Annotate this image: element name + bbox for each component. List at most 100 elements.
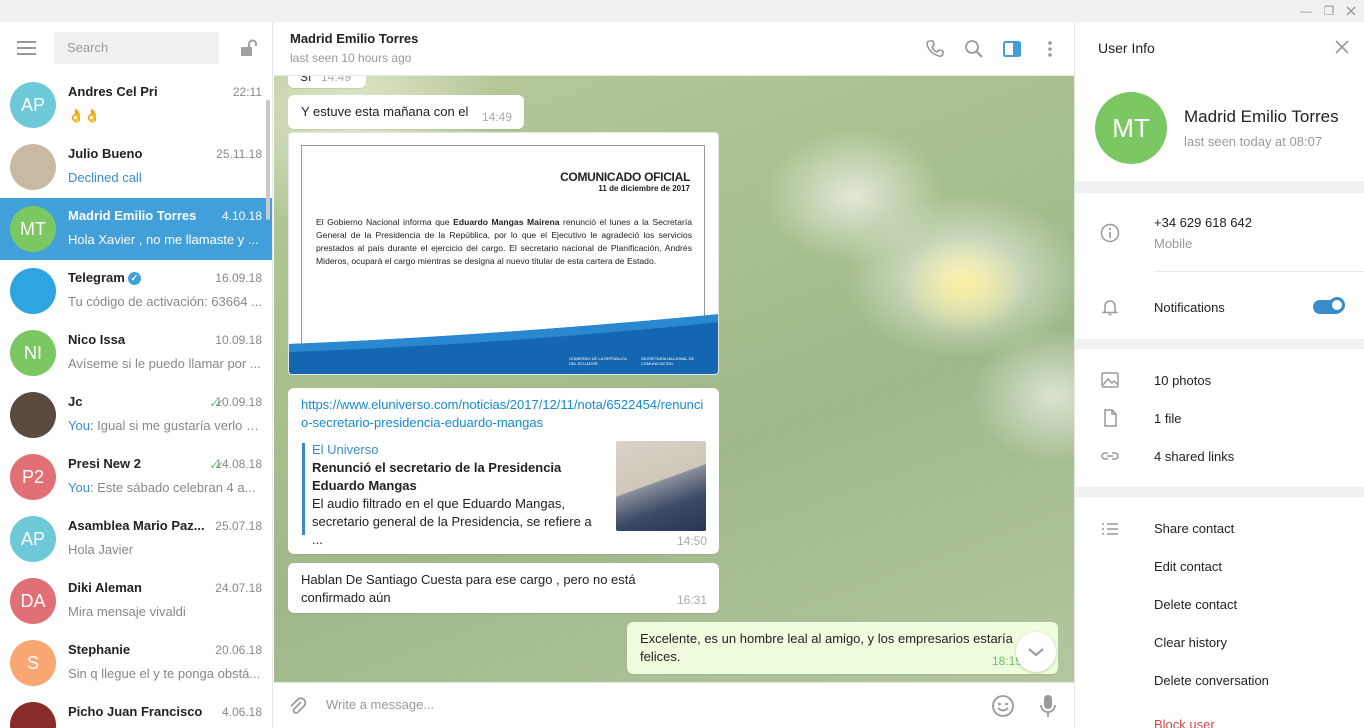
message-text: Y estuve esta mañana con el (301, 104, 469, 119)
notifications-label: Notifications (1154, 300, 1225, 315)
message-bubble[interactable]: Y estuve esta mañana con el 14:49 (288, 95, 524, 129)
chat-name: Madrid Emilio Torres (68, 208, 197, 223)
message-history[interactable]: Sí 14:49 Y estuve esta mañana con el 14:… (274, 76, 1074, 682)
chevron-down-icon (1028, 648, 1044, 657)
avatar[interactable] (10, 392, 56, 438)
chat-list-item[interactable]: MT Madrid Emilio Torres 4.10.18 Hola Xavier… (0, 198, 272, 260)
chat-list-item[interactable]: NI Nico Issa 10.09.18 Avíseme si le puedo l… (0, 322, 272, 384)
close-window-icon[interactable] (1343, 3, 1359, 19)
avatar[interactable] (10, 144, 56, 190)
avatar[interactable]: MT (10, 206, 56, 252)
message-bubble[interactable]: Sí 14:49 (288, 76, 366, 88)
panel-title: User Info (1098, 40, 1155, 56)
delete-contact-button[interactable]: Delete contact (1154, 597, 1237, 612)
document-date: 11 de diciembre de 2017 (598, 184, 690, 193)
webpage-preview[interactable]: El Universo Renunció el secretario de la… (312, 441, 602, 549)
chat-preview: Declined call (68, 170, 142, 185)
chat-list-item[interactable]: Jc ✓✓ 10.09.18 You: Igual si me gustaría ve… (0, 384, 272, 446)
close-icon[interactable] (1335, 40, 1349, 54)
bell-icon (1101, 300, 1119, 316)
avatar[interactable]: S (10, 640, 56, 686)
chat-list-item[interactable]: P2 Presi New 2 ✓✓ 14.08.18 You: Este sábado … (0, 446, 272, 508)
search-input[interactable]: Search (54, 32, 219, 64)
chat-date: 20.06.18 (215, 643, 262, 657)
chat-list-item[interactable]: Julio Bueno 25.11.18 Declined call (0, 136, 272, 198)
chat-list-item[interactable]: Telegram ✓ 16.09.18 Tu código de activación… (0, 260, 272, 322)
verified-badge-icon: ✓ (127, 272, 141, 285)
chat-preview: You: Este sábado celebran 4 a... (68, 480, 256, 495)
message-text: Hablan De Santiago Cuesta para ese cargo… (301, 572, 636, 605)
delete-conversation-button[interactable]: Delete conversation (1154, 673, 1269, 688)
shared-files[interactable]: 1 file (1154, 411, 1181, 426)
attach-icon[interactable] (286, 695, 308, 717)
phone-number[interactable]: +34 629 618 642 (1154, 215, 1252, 230)
webpage-title: Renunció el secretario de la Presidencia… (312, 460, 562, 493)
message-text: Sí (300, 76, 312, 84)
message-time: 14:49 (320, 76, 351, 84)
chat-name: Asamblea Mario Paz... (68, 518, 205, 533)
divider (1154, 271, 1364, 272)
chat-list-header: Search (0, 22, 272, 74)
government-logo: GOBIERNO DE LA REPÚBLICA DEL ECUADOR (569, 356, 627, 366)
message-input[interactable]: Write a message... (326, 697, 434, 712)
avatar[interactable]: AP (10, 516, 56, 562)
hamburger-menu-icon[interactable] (17, 41, 36, 55)
peer-name[interactable]: Madrid Emilio Torres (290, 31, 418, 46)
secom-logo: SECRETARÍA NACIONAL DE COMUNICACIÓN (641, 356, 695, 366)
outgoing-message-bubble[interactable]: Excelente, es un hombre leal al amigo, y… (627, 622, 1058, 674)
photo-icon (1101, 372, 1119, 388)
avatar[interactable]: DA (10, 578, 56, 624)
avatar[interactable]: NI (10, 330, 56, 376)
search-icon[interactable] (963, 38, 985, 60)
chat-preview: Sin q llegue el y te ponga obstá... (68, 666, 261, 681)
avatar[interactable] (10, 702, 56, 728)
chat-list-item[interactable]: AP Andres Cel Pri 22:11 👌👌 (0, 74, 272, 136)
contact-info-card: +34 629 618 642 Mobile Notifications (1075, 193, 1364, 339)
chat-name: Andres Cel Pri (68, 84, 158, 99)
scroll-to-bottom-button[interactable] (1016, 632, 1056, 672)
chat-preview: Mira mensaje vivaldi (68, 604, 186, 619)
notifications-toggle[interactable] (1313, 297, 1345, 314)
chat-list-item[interactable]: DA Diki Aleman 24.07.18 Mira mensaje vivald… (0, 570, 272, 632)
message-bubble[interactable]: Hablan De Santiago Cuesta para ese cargo… (288, 563, 719, 613)
chat-date: 4.10.18 (221, 209, 262, 223)
chat-list-item[interactable]: AP Asamblea Mario Paz... 25.07.18 Hola Javi… (0, 508, 272, 570)
chat-date: 10.09.18 (215, 333, 262, 347)
lock-icon[interactable] (238, 38, 258, 58)
webpage-preview-bar (302, 443, 305, 535)
document-body: El Gobierno Nacional informa que Eduardo… (316, 217, 693, 266)
message-time: 14:50 (676, 534, 707, 548)
block-user-button[interactable]: Block user (1154, 717, 1215, 728)
minimize-button[interactable]: — (1298, 3, 1314, 19)
restore-button[interactable]: ❐ (1321, 3, 1337, 19)
sidebar-toggle-icon[interactable] (1001, 38, 1023, 60)
edit-contact-button[interactable]: Edit contact (1154, 559, 1222, 574)
phone-icon[interactable] (924, 38, 946, 60)
avatar[interactable]: AP (10, 82, 56, 128)
chat-name: Nico Issa (68, 332, 126, 347)
shared-photos[interactable]: 10 photos (1154, 373, 1211, 388)
message-link[interactable]: https://www.eluniverso.com/noticias/2017… (301, 396, 706, 432)
chat-list-item[interactable]: Picho Juan Francisco 4.06.18 (0, 694, 272, 728)
peer-status: last seen 10 hours ago (290, 51, 412, 65)
chat-preview: Avíseme si le puedo llamar por ... (68, 356, 261, 371)
info-icon (1100, 223, 1120, 243)
share-contact-button[interactable]: Share contact (1154, 521, 1234, 536)
chat-date: 16.09.18 (215, 271, 262, 285)
telegram-logo-icon[interactable] (10, 268, 56, 314)
shared-links[interactable]: 4 shared links (1154, 449, 1234, 464)
webpage-thumbnail[interactable] (616, 441, 706, 531)
avatar[interactable]: MT (1095, 92, 1167, 164)
clear-history-button[interactable]: Clear history (1154, 635, 1227, 650)
microphone-icon[interactable] (1038, 693, 1058, 719)
emoji-icon[interactable] (991, 694, 1015, 718)
link-message-bubble[interactable]: https://www.eluniverso.com/noticias/2017… (288, 388, 719, 554)
chat-list-item[interactable]: S Stephanie 20.06.18 Sin q llegue el y te p… (0, 632, 272, 694)
user-info-panel: User Info MT Madrid Emilio Torres last s… (1074, 22, 1364, 728)
document-image[interactable]: COMUNICADO OFICIAL 11 de diciembre de 20… (288, 132, 719, 375)
chat-list-scrollbar[interactable] (266, 100, 270, 220)
conversation-header: Madrid Emilio Torres last seen 10 hours … (274, 22, 1074, 76)
more-options-icon[interactable] (1039, 38, 1061, 60)
message-time: 16:31 (676, 593, 707, 607)
avatar[interactable]: P2 (10, 454, 56, 500)
